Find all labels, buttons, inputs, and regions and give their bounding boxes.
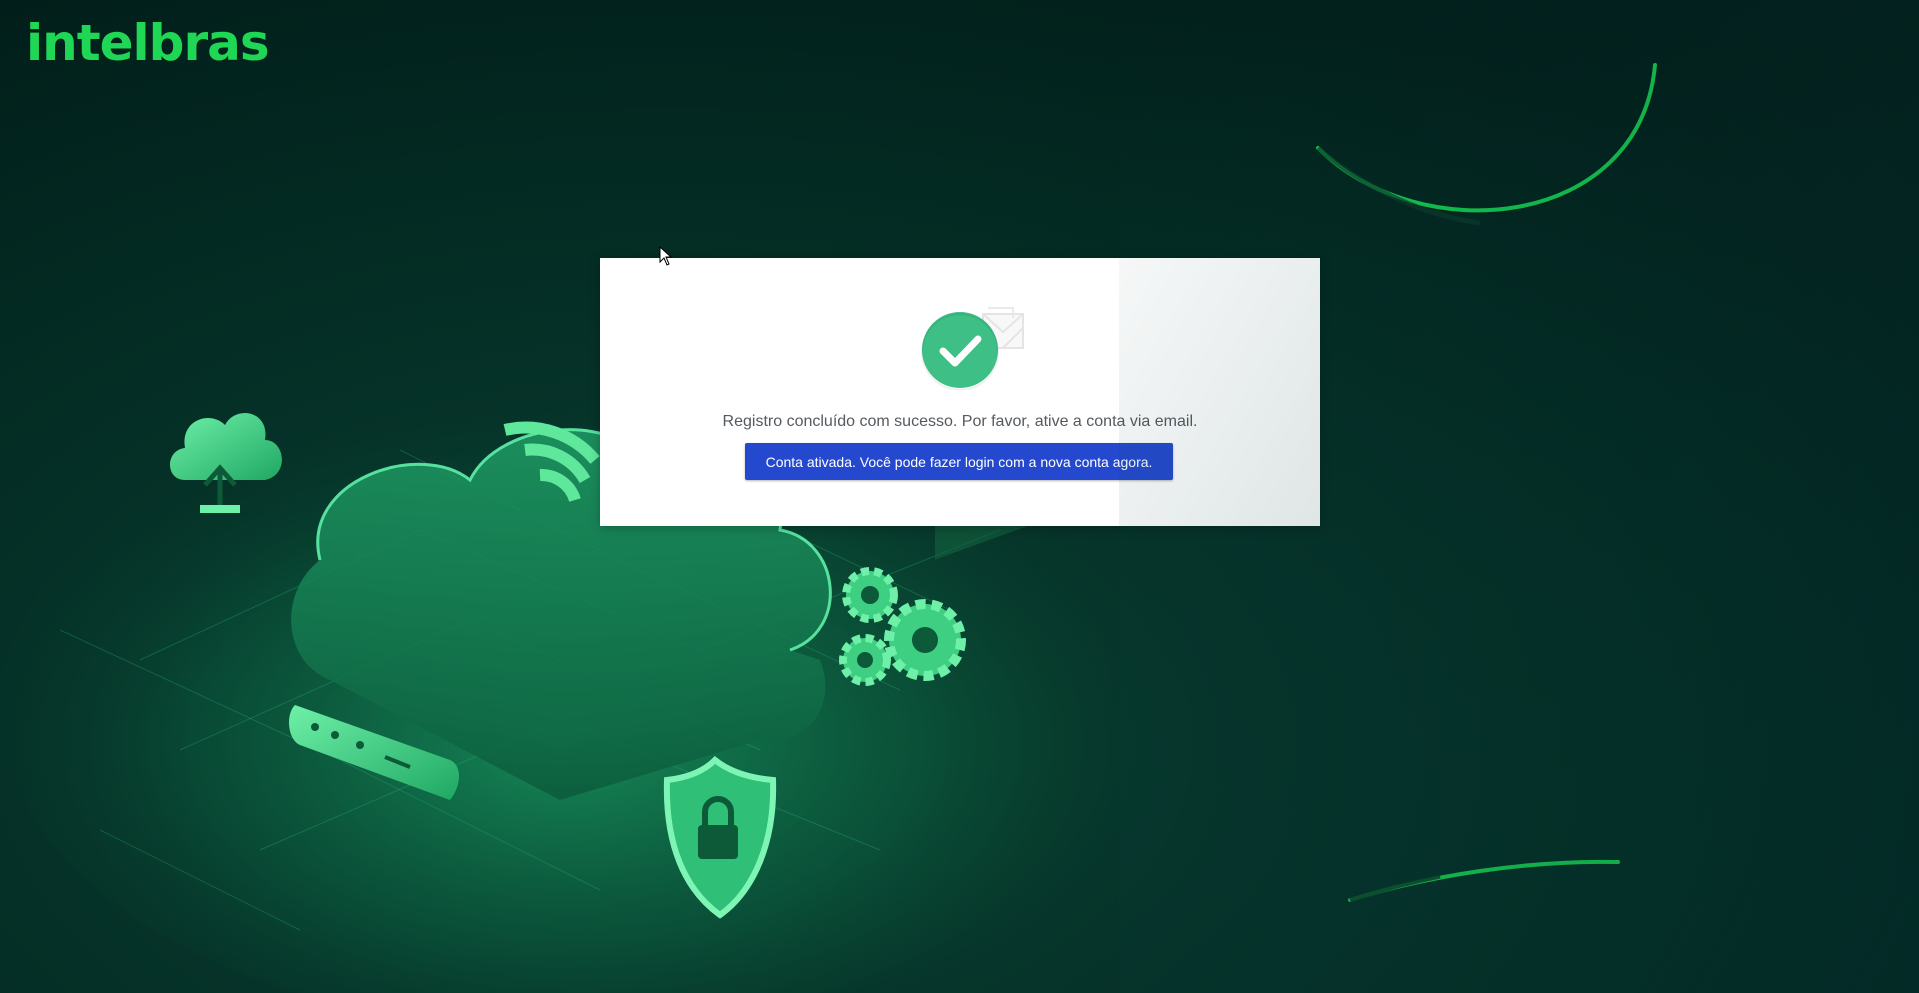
registration-success-dialog: Registro concluído com sucesso. Por favo…: [600, 258, 1320, 526]
registration-message: Registro concluído com sucesso. Por favo…: [722, 413, 1198, 430]
account-activated-button[interactable]: Conta ativada. Você pode fazer login com…: [745, 443, 1173, 480]
intelbras-logo: intelbras: [26, 14, 270, 72]
mouse-cursor-icon: [659, 246, 673, 266]
success-check-envelope-icon: [921, 307, 1024, 390]
page-background: intelbras Registro concluído com sucesso…: [0, 0, 1919, 993]
